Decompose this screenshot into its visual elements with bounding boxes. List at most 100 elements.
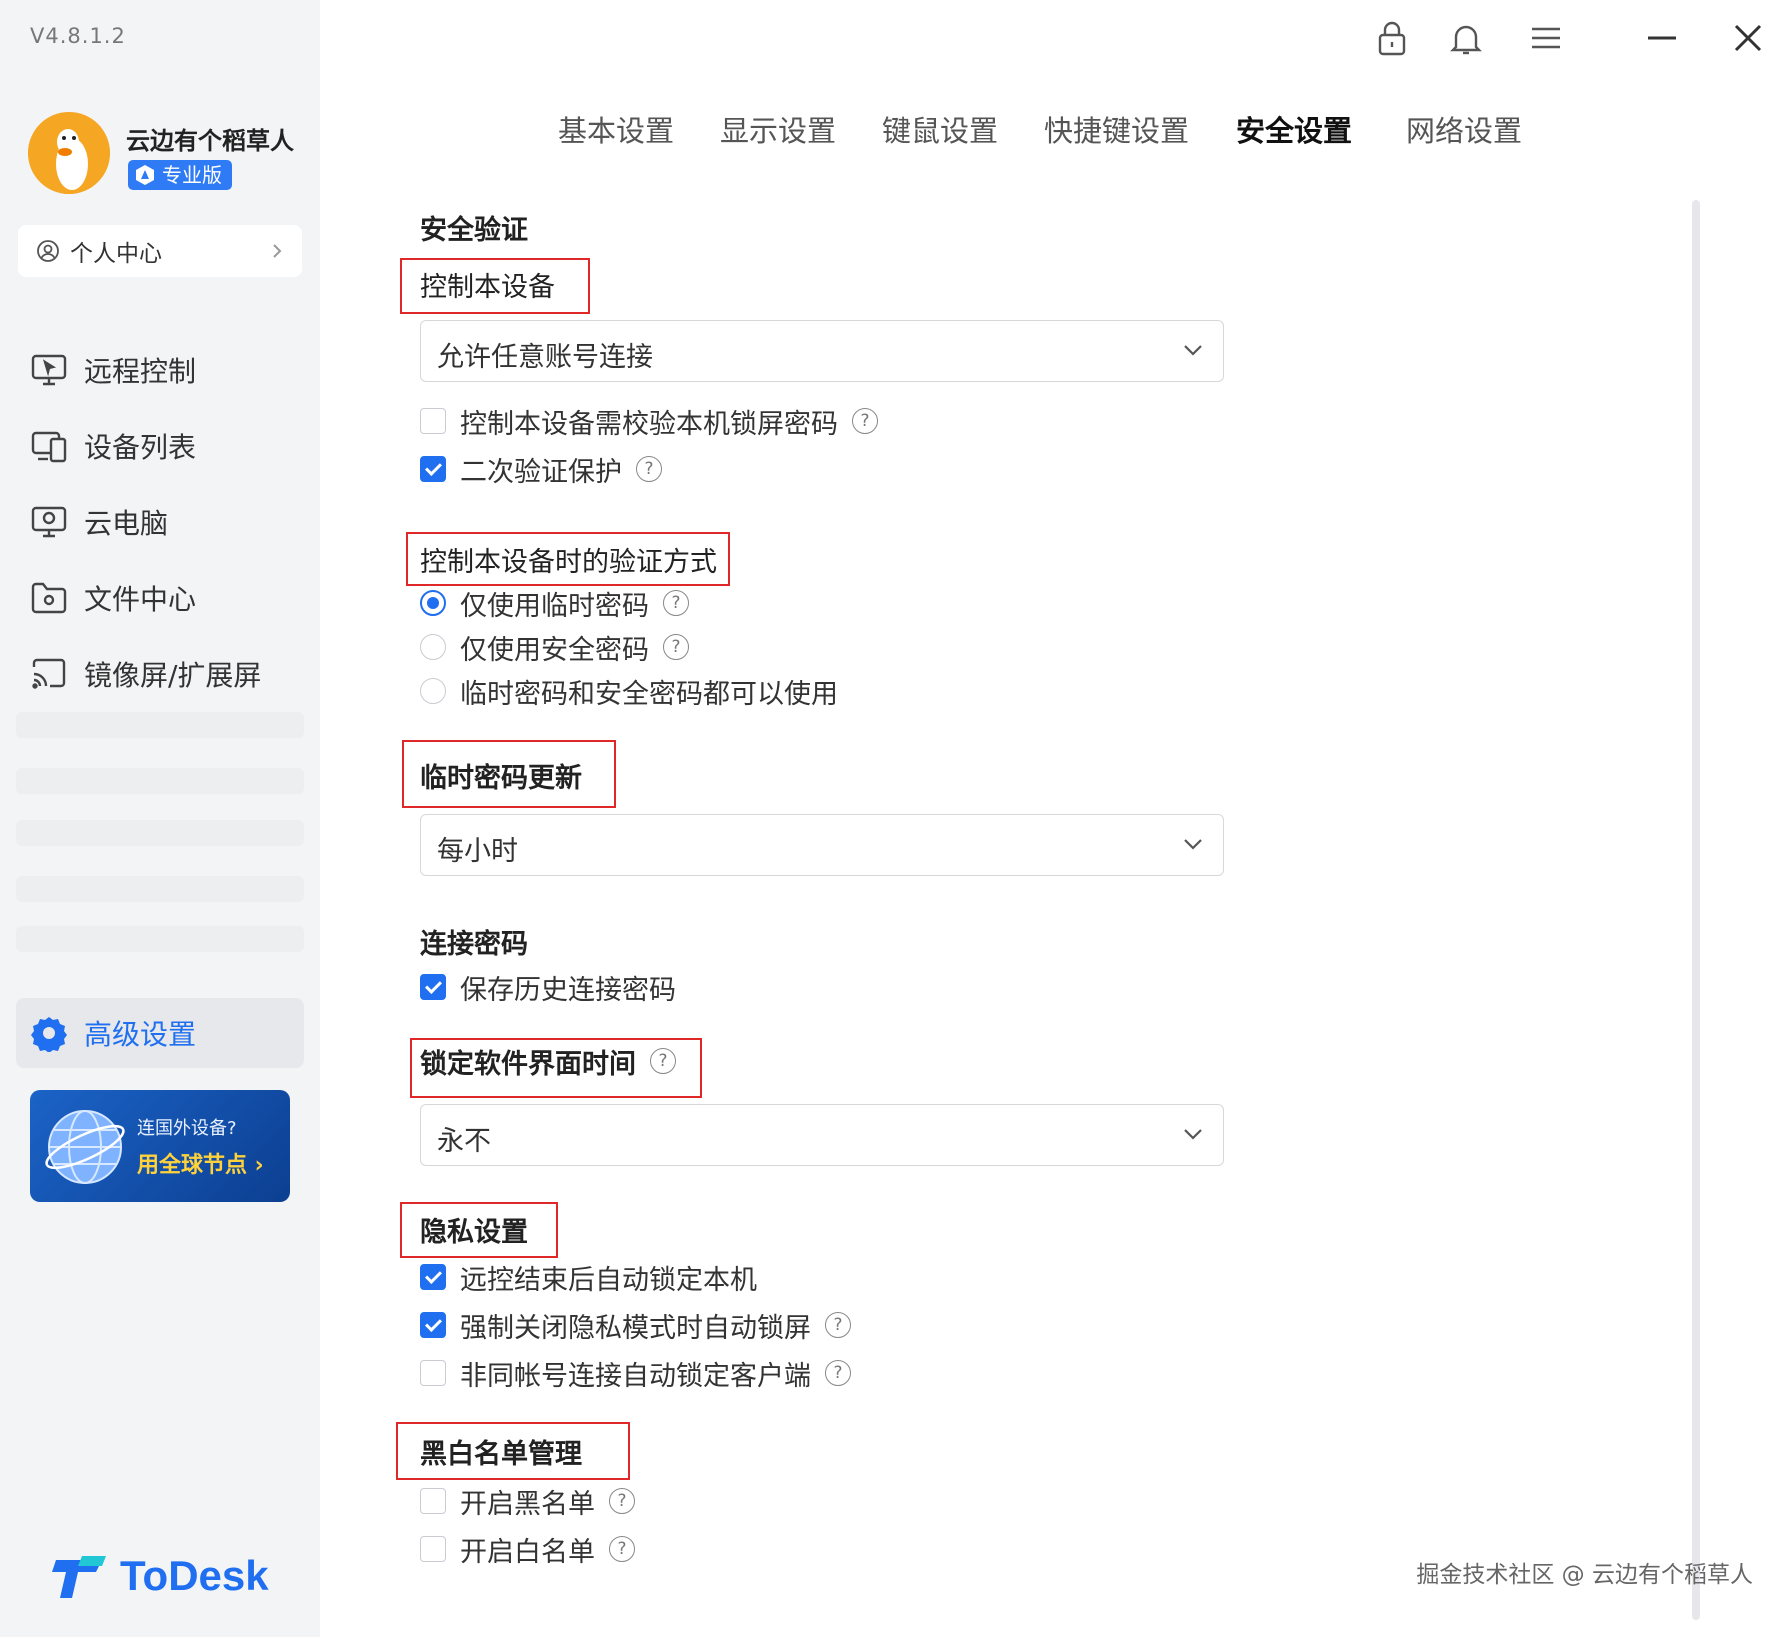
lock-icon[interactable] — [1372, 18, 1412, 58]
pro-badge-icon — [136, 165, 154, 185]
lock-ui-time-title: 锁定软件界面时间 — [420, 1048, 636, 1080]
auto-lock-after-remote-checkbox[interactable] — [420, 1264, 446, 1290]
username: 云边有个稻草人 — [126, 127, 294, 155]
sidebar-item-cloud-pc[interactable]: 云电脑 — [0, 492, 320, 552]
verify-method-temp-only[interactable]: 仅使用临时密码 ? — [420, 586, 689, 622]
device-list-icon — [31, 431, 67, 463]
sidebar-item-label: 文件中心 — [84, 583, 197, 616]
temp-password-update-value: 每小时 — [437, 836, 518, 867]
sidebar-item-label: 远程控制 — [84, 355, 197, 388]
help-icon[interactable]: ? — [825, 1312, 851, 1338]
enable-blacklist-checkbox[interactable] — [420, 1488, 446, 1514]
help-icon[interactable]: ? — [609, 1536, 635, 1562]
option-label: 控制本设备需校验本机锁屏密码 — [460, 408, 838, 440]
avatar[interactable] — [28, 112, 110, 194]
file-center-icon — [31, 582, 67, 614]
promo-line2: 用全球节点 › — [137, 1153, 264, 1178]
tab-network-settings[interactable]: 网络设置 — [1406, 108, 1522, 150]
chevron-down-icon — [1184, 839, 1202, 850]
ghost-row — [16, 876, 304, 902]
mirror-screen-icon — [32, 658, 66, 689]
two-factor-option[interactable]: 二次验证保护 ? — [420, 452, 662, 488]
tab-keyboard-mouse-settings[interactable]: 键鼠设置 — [882, 108, 998, 150]
lock-ui-time-value: 永不 — [437, 1126, 491, 1157]
sidebar-item-file-center[interactable]: 文件中心 — [0, 568, 320, 628]
tab-display-settings[interactable]: 显示设置 — [720, 108, 836, 150]
remote-control-icon — [31, 354, 67, 386]
sidebar-item-label: 镜像屏/扩展屏 — [84, 659, 262, 692]
sidebar-item-mirror-screen[interactable]: 镜像屏/扩展屏 — [0, 644, 320, 704]
lock-ui-time-select[interactable]: 永不 — [420, 1104, 1224, 1166]
tab-basic-settings[interactable]: 基本设置 — [558, 108, 674, 150]
option-label: 临时密码和安全密码都可以使用 — [460, 678, 838, 710]
save-history-password-option[interactable]: 保存历史连接密码 — [420, 970, 676, 1006]
globe-icon — [45, 1110, 125, 1184]
bell-icon[interactable] — [1446, 18, 1486, 58]
sidebar-item-remote-control[interactable]: 远程控制 — [0, 340, 320, 400]
promo-line1: 连国外设备? — [137, 1118, 237, 1139]
auto-lock-after-remote-option[interactable]: 远控结束后自动锁定本机 — [420, 1260, 757, 1296]
help-icon[interactable]: ? — [650, 1048, 676, 1074]
save-history-password-checkbox[interactable] — [420, 974, 446, 1000]
chevron-down-icon — [1184, 1129, 1202, 1140]
todesk-logo-icon — [52, 1556, 106, 1598]
lock-ui-time-title-row: 锁定软件界面时间 ? — [420, 1044, 676, 1080]
cloud-pc-icon — [31, 506, 67, 538]
help-icon[interactable]: ? — [609, 1488, 635, 1514]
help-icon[interactable]: ? — [825, 1360, 851, 1386]
blackwhite-list-title: 黑白名单管理 — [420, 1439, 582, 1470]
sidebar-item-advanced-settings[interactable]: 高级设置 — [16, 998, 304, 1068]
verify-method-both[interactable]: 临时密码和安全密码都可以使用 — [420, 674, 838, 710]
global-node-promo[interactable]: 连国外设备? 用全球节点 › — [30, 1090, 290, 1202]
sidebar-item-label: 高级设置 — [84, 1018, 197, 1051]
pro-badge: 专业版 — [128, 160, 232, 190]
radio-temp-only[interactable] — [420, 590, 446, 616]
tab-shortcut-settings[interactable]: 快捷键设置 — [1044, 108, 1189, 150]
lock-screen-password-checkbox[interactable] — [420, 408, 446, 434]
help-icon[interactable]: ? — [636, 456, 662, 482]
sidebar-item-device-list[interactable]: 设备列表 — [0, 416, 320, 476]
profile-center-link[interactable]: 个人中心 — [18, 225, 302, 277]
control-device-label: 控制本设备 — [420, 272, 555, 303]
sidebar-item-label: 设备列表 — [84, 431, 197, 464]
sidebar-item-label: 云电脑 — [84, 507, 169, 540]
verify-method-label: 控制本设备时的验证方式 — [420, 547, 717, 578]
option-label: 二次验证保护 — [460, 456, 622, 488]
connection-password-title: 连接密码 — [420, 929, 528, 960]
radio-both[interactable] — [420, 678, 446, 704]
temp-password-update-select[interactable]: 每小时 — [420, 814, 1224, 876]
auto-lock-other-account-option[interactable]: 非同帐号连接自动锁定客户端 ? — [420, 1356, 851, 1392]
ghost-row — [16, 820, 304, 846]
tab-security-settings[interactable]: 安全设置 — [1236, 108, 1352, 150]
auto-lock-privacy-mode-checkbox[interactable] — [420, 1312, 446, 1338]
pro-badge-label: 专业版 — [162, 163, 222, 187]
enable-blacklist-option[interactable]: 开启黑名单 ? — [420, 1484, 635, 1520]
option-label: 强制关闭隐私模式时自动锁屏 — [460, 1312, 811, 1344]
help-icon[interactable]: ? — [852, 408, 878, 434]
minimize-icon[interactable] — [1642, 18, 1682, 58]
todesk-logo: ToDesk — [48, 1550, 269, 1602]
option-label: 开启黑名单 — [460, 1488, 595, 1520]
gear-icon — [31, 1017, 67, 1052]
radio-secure-only[interactable] — [420, 634, 446, 660]
app-version: V4.8.1.2 — [30, 24, 126, 48]
menu-icon[interactable] — [1526, 18, 1566, 58]
lock-screen-password-option[interactable]: 控制本设备需校验本机锁屏密码 ? — [420, 404, 878, 440]
auto-lock-privacy-mode-option[interactable]: 强制关闭隐私模式时自动锁屏 ? — [420, 1308, 851, 1344]
verify-method-secure-only[interactable]: 仅使用安全密码 ? — [420, 630, 689, 666]
sidebar: V4.8.1.2 云边有个稻草人 专业版 个人中心 远程控制 设备列表 云电脑 … — [0, 0, 320, 1637]
help-icon[interactable]: ? — [663, 590, 689, 616]
chevron-down-icon — [1184, 345, 1202, 356]
help-icon[interactable]: ? — [663, 634, 689, 660]
enable-whitelist-option[interactable]: 开启白名单 ? — [420, 1532, 635, 1568]
two-factor-checkbox[interactable] — [420, 456, 446, 482]
control-device-select[interactable]: 允许任意账号连接 — [420, 320, 1224, 382]
vertical-scrollbar[interactable] — [1692, 200, 1700, 1620]
auto-lock-other-account-checkbox[interactable] — [420, 1360, 446, 1386]
close-icon[interactable] — [1728, 18, 1768, 58]
enable-whitelist-checkbox[interactable] — [420, 1536, 446, 1562]
option-label: 开启白名单 — [460, 1536, 595, 1568]
chevron-right-icon — [273, 244, 282, 258]
control-device-value: 允许任意账号连接 — [437, 342, 653, 373]
option-label: 仅使用临时密码 — [460, 590, 649, 622]
